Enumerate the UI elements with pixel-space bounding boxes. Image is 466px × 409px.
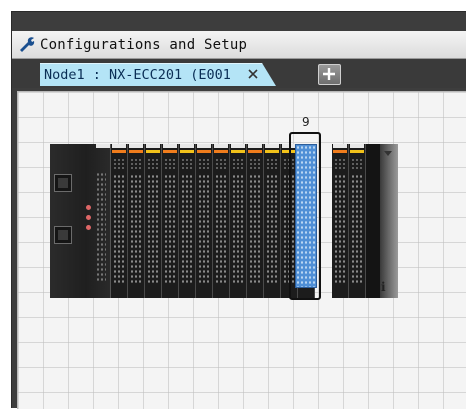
io-unit-9[interactable] xyxy=(247,144,264,298)
configurations-window: Configurations and Setup Node1 : NX-ECC2… xyxy=(0,0,466,409)
end-cover xyxy=(366,144,380,298)
selected-slot[interactable] xyxy=(289,132,321,300)
coupler-unit[interactable] xyxy=(50,144,111,298)
tab-label: Node1 : NX-ECC201 (E001 xyxy=(44,67,231,83)
config-canvas[interactable]: 9 i xyxy=(17,91,466,409)
ethercat-port-in xyxy=(54,174,72,192)
wrench-icon xyxy=(20,37,35,52)
io-unit-14[interactable] xyxy=(332,144,349,298)
io-unit-6[interactable] xyxy=(196,144,213,298)
triangle-down-icon[interactable] xyxy=(384,151,392,156)
info-icon[interactable]: i xyxy=(381,280,386,294)
tab-node1[interactable]: Node1 : NX-ECC201 (E001 xyxy=(40,63,276,86)
end-cover-edge xyxy=(380,144,398,298)
io-unit-5[interactable] xyxy=(179,144,196,298)
io-unit-2[interactable] xyxy=(128,144,145,298)
io-unit-4[interactable] xyxy=(162,144,179,298)
status-led xyxy=(85,204,92,211)
close-icon[interactable] xyxy=(248,69,258,79)
io-unit-7[interactable] xyxy=(213,144,230,298)
window-panel: Configurations and Setup Node1 : NX-ECC2… xyxy=(11,11,466,409)
slot-number-label: 9 xyxy=(302,115,310,129)
selected-unit xyxy=(295,144,317,288)
add-tab-button[interactable] xyxy=(318,64,341,85)
io-unit-15[interactable] xyxy=(349,144,366,298)
outer-edge xyxy=(0,0,11,407)
ethercat-port-out xyxy=(54,226,72,244)
io-unit-8[interactable] xyxy=(230,144,247,298)
coupler-cap xyxy=(96,144,110,148)
coupler-terminals xyxy=(96,172,106,282)
window-title: Configurations and Setup xyxy=(40,37,248,53)
status-led xyxy=(85,224,92,231)
title-bar: Configurations and Setup xyxy=(12,31,466,59)
status-led xyxy=(85,214,92,221)
plus-icon xyxy=(323,68,335,80)
unit-rack xyxy=(50,144,398,298)
io-unit-1[interactable] xyxy=(111,144,128,298)
io-unit-10[interactable] xyxy=(264,144,281,298)
tab-strip: Node1 : NX-ECC201 (E001 xyxy=(12,59,466,88)
io-unit-3[interactable] xyxy=(145,144,162,298)
